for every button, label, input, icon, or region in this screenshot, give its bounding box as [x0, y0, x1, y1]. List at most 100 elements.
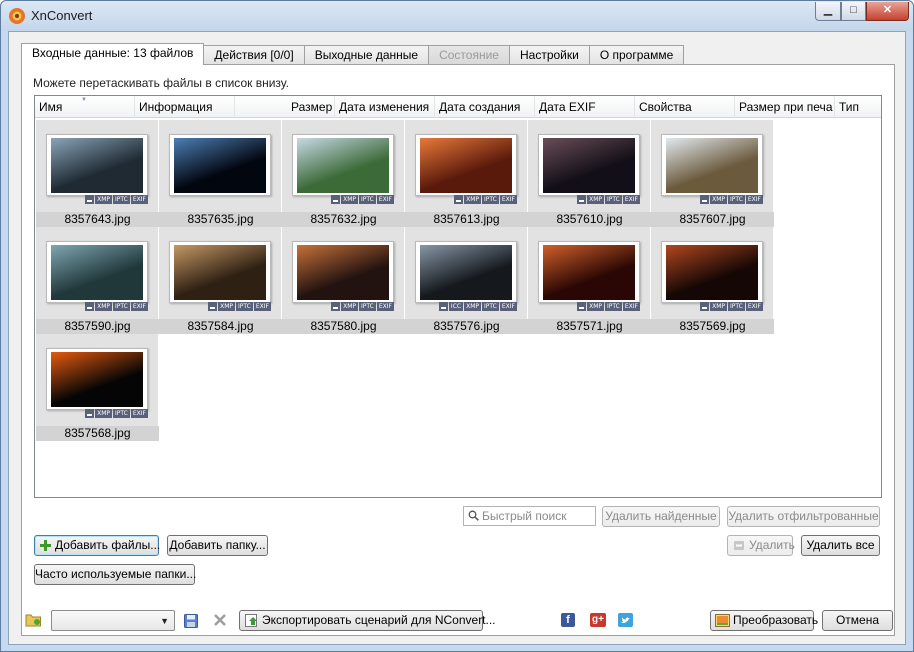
- thumbnail-item[interactable]: 8357635.jpg: [159, 120, 282, 227]
- column-type[interactable]: Тип: [835, 96, 881, 118]
- thumbnail-image: [51, 245, 143, 300]
- search-icon: [468, 510, 479, 521]
- metadata-badges: XMP IPTC EXIF: [577, 195, 640, 204]
- metadata-icon: [577, 195, 587, 204]
- thumbnail-frame: [538, 241, 640, 303]
- metadata-badge: EXIF: [376, 195, 394, 204]
- tab-about[interactable]: О программе: [588, 45, 685, 65]
- thumbnail-image: [543, 138, 635, 193]
- frequent-folders-button[interactable]: Часто используемые папки...: [34, 564, 196, 585]
- thumbnail-item[interactable]: XMP IPTC EXIF 8357568.jpg: [36, 334, 159, 441]
- open-folder-icon[interactable]: [25, 612, 42, 627]
- thumbnail-image: [420, 245, 512, 300]
- thumbnail-frame: [169, 241, 271, 303]
- thumbnail-frame: [46, 241, 148, 303]
- tab-input[interactable]: Входные данные: 13 файлов: [21, 43, 205, 65]
- sort-arrow-icon: ▼: [81, 97, 87, 103]
- maximize-button[interactable]: □: [841, 2, 866, 21]
- main-area: Входные данные: 13 файлов Действия [0/0]…: [8, 31, 906, 645]
- thumbnail-item[interactable]: XMP IPTC EXIF 8357613.jpg: [405, 120, 528, 227]
- convert-button[interactable]: Преобразовать: [710, 610, 818, 631]
- file-name: 8357568.jpg: [36, 426, 159, 441]
- file-name: 8357643.jpg: [36, 212, 159, 227]
- metadata-badge: XMP: [710, 195, 727, 204]
- column-properties[interactable]: Свойства: [635, 96, 735, 118]
- column-exif-date[interactable]: Дата EXIF: [535, 96, 635, 118]
- file-list[interactable]: Имя ▼ Информация Размер Дата изменения Д…: [34, 95, 882, 498]
- thumbnail-item[interactable]: XMP IPTC EXIF 8357632.jpg: [282, 120, 405, 227]
- drag-hint: Можете перетаскивать файлы в список вниз…: [33, 76, 289, 90]
- column-print-size[interactable]: Размер при печа: [735, 96, 835, 118]
- thumbnail-item[interactable]: XMP IPTC EXIF 8357607.jpg: [651, 120, 774, 227]
- metadata-badge: XMP: [587, 302, 604, 311]
- column-modified[interactable]: Дата изменения: [335, 96, 435, 118]
- thumbnail-image: [543, 245, 635, 300]
- column-created[interactable]: Дата создания: [435, 96, 535, 118]
- metadata-icon: [331, 195, 341, 204]
- metadata-badge: EXIF: [376, 302, 394, 311]
- convert-label: Преобразовать: [733, 613, 819, 627]
- metadata-icon: [85, 302, 95, 311]
- metadata-icon: [700, 302, 710, 311]
- metadata-badge: XMP: [95, 302, 112, 311]
- remove-all-button[interactable]: Удалить все: [801, 535, 880, 556]
- thumbnail-image: [51, 138, 143, 193]
- thumbnail-image: [297, 138, 389, 193]
- metadata-badges: XMP IPTC EXIF: [208, 302, 271, 311]
- thumbnail-frame: [415, 134, 517, 196]
- cancel-button[interactable]: Отмена: [822, 610, 893, 631]
- tab-actions[interactable]: Действия [0/0]: [203, 45, 305, 65]
- add-files-button[interactable]: Добавить файлы...: [34, 535, 161, 556]
- title-bar[interactable]: XnConvert ▁ □ ✕: [1, 1, 913, 31]
- minimize-button[interactable]: ▁: [815, 2, 841, 21]
- save-icon[interactable]: [184, 614, 198, 628]
- export-script-button[interactable]: Экспортировать сценарий для NConvert...: [239, 610, 496, 631]
- thumbnail-item[interactable]: XMP IPTC EXIF 8357643.jpg: [36, 120, 159, 227]
- thumbnail-item[interactable]: XMP IPTC EXIF 8357571.jpg: [528, 227, 651, 334]
- column-info[interactable]: Информация: [135, 96, 235, 118]
- delete-x-icon[interactable]: [214, 614, 226, 626]
- plus-icon: [40, 540, 51, 551]
- thumbnail-item[interactable]: XMP IPTC EXIF 8357590.jpg: [36, 227, 159, 334]
- metadata-badge: EXIF: [745, 302, 763, 311]
- column-size[interactable]: Размер: [235, 96, 335, 118]
- file-name: 8357580.jpg: [282, 319, 405, 334]
- metadata-badge: EXIF: [622, 195, 640, 204]
- metadata-badge: XMP: [464, 195, 481, 204]
- file-name: 8357607.jpg: [651, 212, 774, 227]
- metadata-icon: [85, 409, 95, 418]
- thumbnail-item[interactable]: XMP IPTC EXIF 8357584.jpg: [159, 227, 282, 334]
- thumbnail-item[interactable]: XMP IPTC EXIF 8357580.jpg: [282, 227, 405, 334]
- remove-filtered-button: Удалить отфильтрованные: [727, 506, 880, 527]
- thumbnail-item[interactable]: XMP IPTC EXIF 8357610.jpg: [528, 120, 651, 227]
- metadata-icon: [331, 302, 341, 311]
- facebook-icon[interactable]: f: [561, 613, 575, 627]
- tab-settings[interactable]: Настройки: [508, 45, 590, 65]
- add-files-label: Добавить файлы...: [55, 538, 161, 552]
- googleplus-icon[interactable]: g+: [590, 613, 606, 627]
- tab-output[interactable]: Выходные данные: [303, 45, 430, 65]
- thumbnail-item[interactable]: XMP IPTC EXIF 8357569.jpg: [651, 227, 774, 334]
- remove-button: Удалить: [727, 535, 795, 556]
- window-title: XnConvert: [31, 8, 93, 23]
- minimize-icon: ▁: [823, 4, 833, 16]
- preset-dropdown[interactable]: ▼: [51, 610, 175, 631]
- thumbnail-frame: [169, 134, 271, 196]
- metadata-badges: XMP IPTC EXIF: [700, 302, 763, 311]
- metadata-badge: XMP: [710, 302, 727, 311]
- metadata-badges: XMP IPTC EXIF: [331, 302, 394, 311]
- add-folder-button[interactable]: Добавить папку...: [167, 535, 268, 556]
- chevron-down-icon: ▼: [160, 616, 169, 626]
- thumbnail-item[interactable]: ICC XMP IPTC EXIF 8357576.jpg: [405, 227, 528, 334]
- quick-search-input[interactable]: Быстрый поиск: [463, 506, 596, 526]
- app-window: XnConvert ▁ □ ✕ Входные данные: 13 файло…: [0, 0, 914, 652]
- metadata-icon: [700, 195, 710, 204]
- metadata-badge: XMP: [341, 302, 358, 311]
- thumbnail-frame: [292, 134, 394, 196]
- close-button[interactable]: ✕: [866, 2, 909, 21]
- twitter-icon[interactable]: [618, 613, 633, 627]
- metadata-badge: EXIF: [130, 195, 148, 204]
- remove-found-button: Удалить найденные: [602, 506, 720, 527]
- metadata-badge: IPTC: [112, 302, 130, 311]
- metadata-badge: IPTC: [112, 195, 130, 204]
